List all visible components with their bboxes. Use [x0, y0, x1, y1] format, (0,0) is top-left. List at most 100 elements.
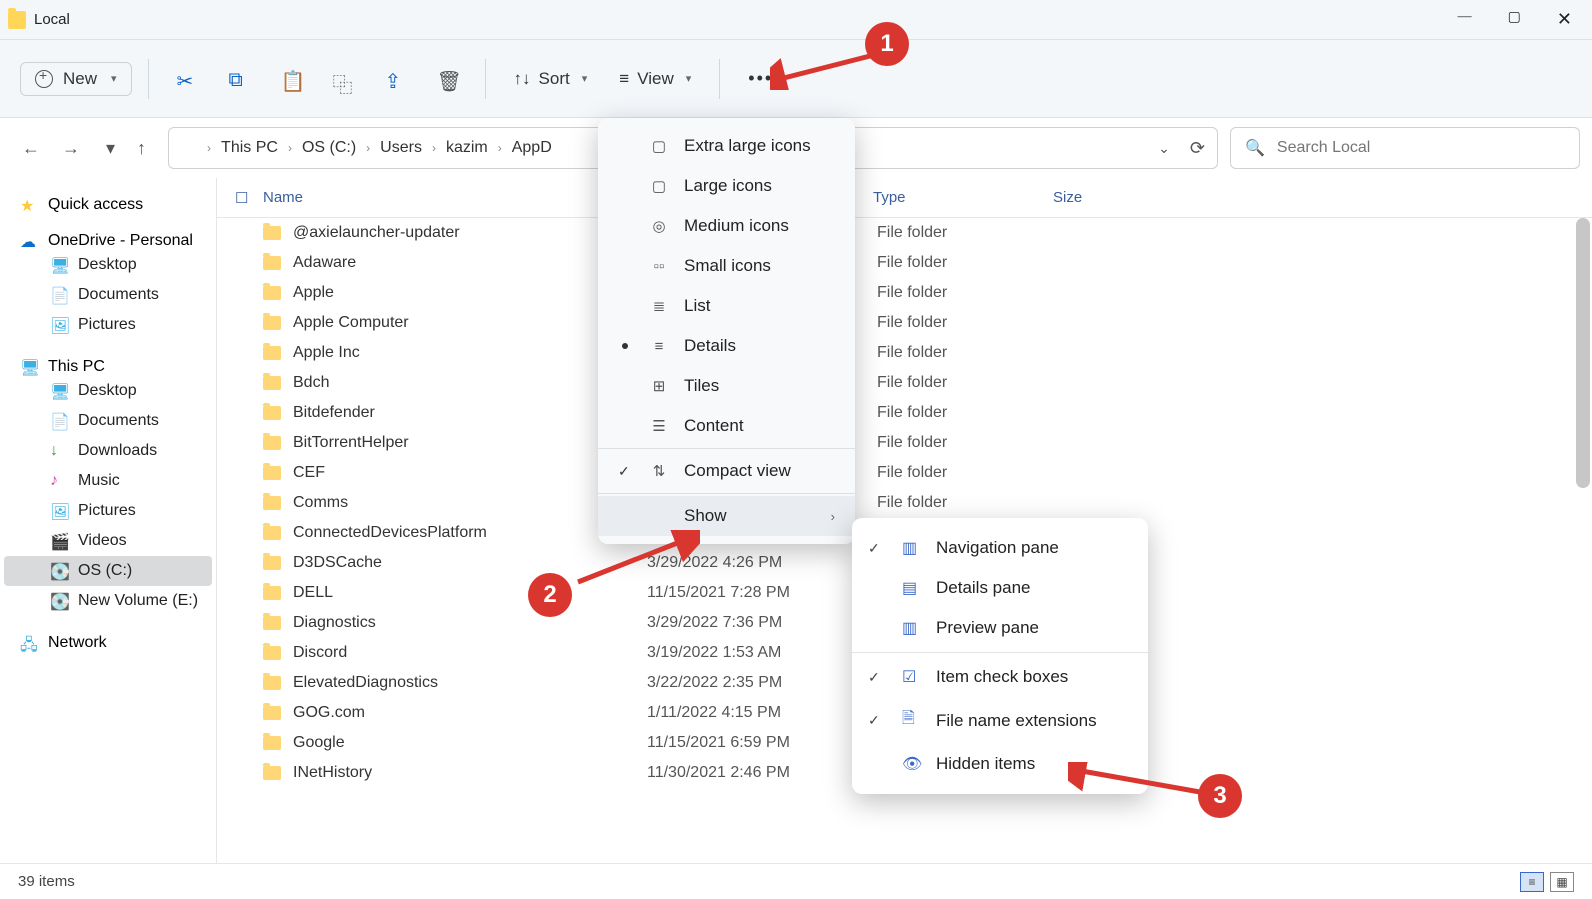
show-submenu: ✓▥Navigation pane ✓▤Details pane ✓▥Previ…: [852, 518, 1148, 794]
file-row[interactable]: CEF File folder: [217, 458, 1592, 488]
cut-button[interactable]: ✂: [165, 61, 209, 97]
show-item-checkboxes[interactable]: ✓☑Item check boxes: [852, 657, 1148, 697]
chevron-right-icon: ›: [366, 141, 370, 155]
breadcrumb[interactable]: This PC: [221, 139, 278, 157]
icon: ▫▫: [650, 258, 668, 275]
selected-dot-icon: [622, 343, 628, 349]
folder-icon: [263, 586, 281, 600]
window-title: Local: [34, 11, 70, 28]
select-all-checkbox[interactable]: ☐: [235, 189, 263, 207]
check-icon: ✓: [868, 669, 888, 686]
search-box[interactable]: 🔍: [1230, 127, 1580, 169]
file-date: 1/11/2022 4:15 PM: [647, 704, 877, 722]
forward-button[interactable]: →: [62, 138, 80, 159]
file-row[interactable]: Bdch File folder: [217, 368, 1592, 398]
sidebar-item-videos[interactable]: 🎬Videos: [4, 526, 212, 556]
paste-button[interactable]: 📋: [269, 61, 313, 97]
sidebar-onedrive[interactable]: ☁ OneDrive - Personal: [4, 232, 212, 250]
sidebar-item-new-volume[interactable]: 💽New Volume (E:): [4, 586, 212, 616]
file-row[interactable]: Apple File folder: [217, 278, 1592, 308]
view-list[interactable]: ≣List: [598, 286, 855, 326]
file-row[interactable]: @axielauncher-updater File folder: [217, 218, 1592, 248]
breadcrumb[interactable]: Users: [380, 139, 422, 157]
sort-button[interactable]: ↑↓ Sort ▾: [502, 61, 600, 97]
sidebar-quick-access[interactable]: ★ Quick access: [4, 196, 212, 214]
file-type: File folder: [877, 344, 1057, 362]
file-name: Bdch: [293, 374, 647, 392]
folder-icon: [8, 11, 26, 29]
view-content[interactable]: ☰Content: [598, 406, 855, 446]
view-small[interactable]: ▫▫Small icons: [598, 246, 855, 286]
search-input[interactable]: [1277, 139, 1565, 157]
recent-dropdown[interactable]: ▾: [106, 138, 115, 159]
folder-icon: [263, 346, 281, 360]
sidebar-item-desktop[interactable]: 🖥Desktop: [4, 376, 212, 406]
col-type[interactable]: Type: [873, 189, 1053, 206]
file-row[interactable]: BitTorrentHelper File folder: [217, 428, 1592, 458]
sidebar-this-pc[interactable]: 🖥 This PC: [4, 358, 212, 376]
file-type: File folder: [877, 314, 1057, 332]
sidebar-item-desktop[interactable]: 🖥Desktop: [4, 250, 212, 280]
file-name: Google: [293, 734, 647, 752]
sidebar-item-pictures[interactable]: 🖼Pictures: [4, 496, 212, 526]
file-row[interactable]: Adaware File folder: [217, 248, 1592, 278]
chevron-right-icon: ›: [207, 141, 211, 155]
file-type: File folder: [877, 374, 1057, 392]
refresh-button[interactable]: ⟳: [1190, 138, 1205, 159]
maximize-button[interactable]: ▢: [1508, 9, 1521, 30]
share-button[interactable]: ⇪: [373, 61, 417, 97]
sidebar-network[interactable]: 🖧 Network: [4, 634, 212, 652]
view-compact[interactable]: ✓⇅Compact view: [598, 451, 855, 491]
chevron-right-icon: ›: [288, 141, 292, 155]
folder-icon: [263, 376, 281, 390]
pc-icon: 🖥: [20, 358, 38, 376]
close-button[interactable]: ✕: [1557, 9, 1572, 30]
sidebar-label: This PC: [48, 358, 105, 376]
show-preview-pane[interactable]: ✓▥Preview pane: [852, 608, 1148, 648]
thumbnails-view-toggle[interactable]: ▦: [1550, 872, 1574, 892]
view-large[interactable]: ▢Large icons: [598, 166, 855, 206]
item-count: 39 items: [18, 873, 75, 890]
file-row[interactable]: Apple Inc File folder: [217, 338, 1592, 368]
copy-button[interactable]: ⧉: [217, 61, 261, 97]
up-button[interactable]: ↑: [137, 138, 146, 159]
folder-icon: [263, 406, 281, 420]
file-name: Apple: [293, 284, 647, 302]
sidebar-item-documents[interactable]: 📄Documents: [4, 406, 212, 436]
sidebar-item-downloads[interactable]: ↓Downloads: [4, 436, 212, 466]
folder-icon: [263, 226, 281, 240]
file-name: Adaware: [293, 254, 647, 272]
sidebar-item-music[interactable]: ♪Music: [4, 466, 212, 496]
address-dropdown[interactable]: ⌄: [1158, 140, 1170, 157]
breadcrumb[interactable]: OS (C:): [302, 139, 356, 157]
show-navigation-pane[interactable]: ✓▥Navigation pane: [852, 528, 1148, 568]
view-medium[interactable]: ◎Medium icons: [598, 206, 855, 246]
view-details[interactable]: ≡Details: [598, 326, 855, 366]
file-name: Bitdefender: [293, 404, 647, 422]
col-size[interactable]: Size: [1053, 189, 1173, 206]
file-row[interactable]: Apple Computer File folder: [217, 308, 1592, 338]
sidebar-item-pictures[interactable]: 🖼Pictures: [4, 310, 212, 340]
breadcrumb[interactable]: AppD: [512, 139, 552, 157]
view-tiles[interactable]: ⊞Tiles: [598, 366, 855, 406]
folder-icon: [263, 526, 281, 540]
scrollbar[interactable]: [1576, 218, 1590, 488]
file-row[interactable]: Comms File folder: [217, 488, 1592, 518]
view-button[interactable]: ≡ View ▾: [607, 61, 703, 97]
minimize-button[interactable]: —: [1458, 9, 1472, 30]
sidebar-item-documents[interactable]: 📄Documents: [4, 280, 212, 310]
show-file-extensions[interactable]: ✓🗎File name extensions: [852, 697, 1148, 744]
back-button[interactable]: ←: [22, 138, 40, 159]
breadcrumb[interactable]: kazim: [446, 139, 488, 157]
rename-button[interactable]: ⿻: [321, 61, 365, 97]
delete-button[interactable]: 🗑: [425, 61, 469, 97]
view-extra-large[interactable]: ▢Extra large icons: [598, 126, 855, 166]
show-details-pane[interactable]: ✓▤Details pane: [852, 568, 1148, 608]
file-row[interactable]: Bitdefender File folder: [217, 398, 1592, 428]
new-button[interactable]: New ▾: [20, 62, 132, 96]
col-name[interactable]: Name˄: [263, 189, 643, 206]
details-view-toggle[interactable]: ≡: [1520, 872, 1544, 892]
file-type: File folder: [877, 254, 1057, 272]
sidebar-item-os-c[interactable]: 💽OS (C:): [4, 556, 212, 586]
folder-icon: [181, 141, 197, 155]
